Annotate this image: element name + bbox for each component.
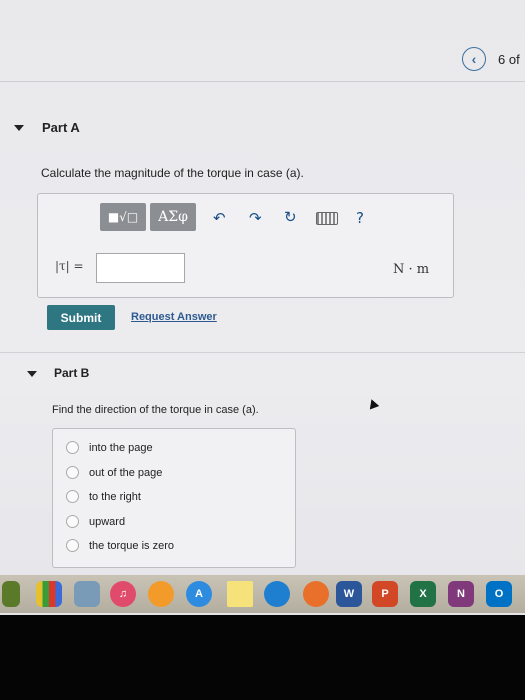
torque-answer-input[interactable] — [96, 253, 185, 283]
top-navigation-bar — [0, 40, 525, 82]
submit-button[interactable]: Submit — [47, 305, 115, 330]
keyboard-icon[interactable] — [316, 212, 338, 225]
photo-background — [0, 615, 525, 700]
option-to-the-right[interactable]: to the right — [66, 490, 141, 503]
option-label: into the page — [89, 441, 153, 454]
option-label: out of the page — [89, 466, 163, 479]
powerpoint-icon[interactable]: P — [372, 581, 398, 607]
outlook-icon[interactable]: O — [486, 581, 512, 607]
greek-symbols-button[interactable]: ΑΣφ — [150, 203, 196, 231]
radio-button[interactable] — [66, 441, 79, 454]
math-toolbar: ■√□ ΑΣφ — [100, 203, 200, 231]
part-b-prompt: Find the direction of the torque in case… — [52, 404, 259, 416]
torque-variable-label: |τ| = — [55, 259, 84, 273]
option-out-of-the-page[interactable]: out of the page — [66, 466, 162, 479]
radio-button[interactable] — [66, 515, 79, 528]
excel-icon[interactable]: X — [410, 581, 436, 607]
collapse-part-a-icon[interactable] — [14, 125, 24, 131]
numbers-app-icon[interactable] — [36, 581, 62, 607]
units-label: N · m — [393, 262, 430, 277]
request-answer-link[interactable]: Request Answer — [131, 311, 217, 323]
itunes-icon[interactable]: ♫ — [110, 581, 136, 607]
part-a-prompt: Calculate the magnitude of the torque in… — [41, 166, 304, 180]
option-label: to the right — [89, 490, 141, 503]
help-icon[interactable]: ? — [356, 209, 364, 227]
collapse-part-b-icon[interactable] — [27, 371, 37, 377]
app-icon[interactable] — [2, 581, 20, 607]
safari-icon[interactable] — [264, 581, 290, 607]
chevron-left-icon[interactable]: ‹ — [462, 47, 486, 71]
templates-button[interactable]: ■√□ — [100, 203, 146, 231]
undo-icon[interactable]: ↶ — [213, 209, 226, 227]
word-icon[interactable]: W — [336, 581, 362, 607]
part-b-title[interactable]: Part B — [54, 366, 89, 380]
part-a-title[interactable]: Part A — [42, 120, 80, 135]
option-label: the torque is zero — [89, 539, 174, 552]
onenote-icon[interactable]: N — [448, 581, 474, 607]
section-divider — [0, 352, 525, 353]
option-into-the-page[interactable]: into the page — [66, 441, 153, 454]
firefox-icon[interactable] — [303, 581, 329, 607]
pager-text: 6 of — [498, 52, 520, 67]
option-upward[interactable]: upward — [66, 515, 125, 528]
mouse-cursor-icon — [366, 397, 380, 410]
ibooks-icon[interactable] — [148, 581, 174, 607]
option-label: upward — [89, 515, 126, 528]
radio-button[interactable] — [66, 490, 79, 503]
reset-icon[interactable]: ↻ — [284, 208, 297, 226]
radio-button[interactable] — [66, 466, 79, 479]
radio-button[interactable] — [66, 539, 79, 552]
browser-content: ‹ 6 of Part A Calculate the magnitude of… — [0, 0, 525, 615]
app-store-icon[interactable]: A — [186, 581, 212, 607]
preview-app-icon[interactable] — [74, 581, 100, 607]
option-torque-is-zero[interactable]: the torque is zero — [66, 539, 174, 552]
redo-icon[interactable]: ↷ — [249, 209, 262, 227]
notes-app-icon[interactable] — [227, 581, 253, 607]
